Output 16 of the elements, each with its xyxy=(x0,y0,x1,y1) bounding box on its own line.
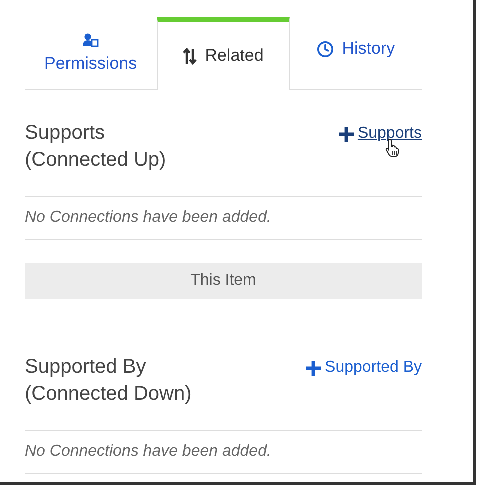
section-title: Supported By xyxy=(25,355,148,380)
empty-message: No Connections have been added. xyxy=(25,208,272,228)
section-subtitle: (Connected Up) xyxy=(25,148,166,173)
user-badge-icon xyxy=(82,33,99,48)
clock-icon xyxy=(317,40,334,58)
this-item-bar: This Item xyxy=(25,263,422,299)
add-link[interactable]: Supported By xyxy=(305,356,422,380)
section-title: Supports xyxy=(25,121,106,146)
section-subtitle: (Connected Down) xyxy=(25,382,192,407)
empty-message: No Connections have been added. xyxy=(25,442,272,462)
tab[interactable]: Related xyxy=(156,17,290,90)
tab[interactable]: History xyxy=(290,17,422,90)
sort-arrows-icon xyxy=(183,48,198,64)
add-link[interactable]: Supports xyxy=(338,122,422,146)
plus-icon xyxy=(338,126,355,142)
plus-icon xyxy=(305,360,322,376)
